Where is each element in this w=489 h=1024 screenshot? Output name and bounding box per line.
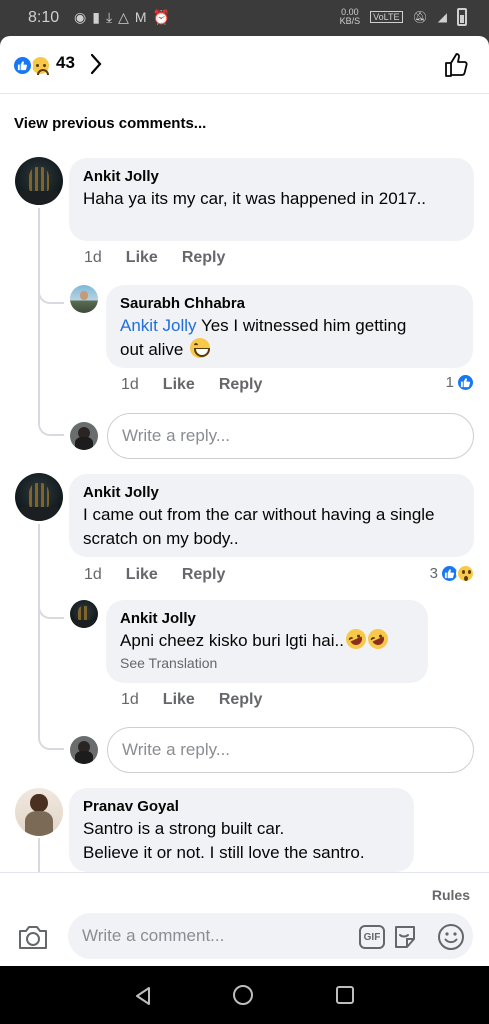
- comment-actions: 1d Like Reply: [84, 566, 225, 584]
- comment-time: 1d: [84, 249, 102, 266]
- comment-author[interactable]: Ankit Jolly: [83, 167, 460, 187]
- drive-icon: △: [118, 9, 135, 25]
- grinning-sweat-emoji: [190, 338, 211, 358]
- comment-actions: 1d Like Reply: [84, 249, 225, 267]
- comment-author[interactable]: Ankit Jolly: [83, 483, 460, 503]
- messenger-icon: ◉: [74, 9, 93, 25]
- emoji-icon[interactable]: [437, 923, 465, 956]
- system-nav-bar: [0, 966, 489, 1024]
- mention-link[interactable]: Ankit Jolly: [120, 316, 197, 335]
- rules-link[interactable]: Rules: [432, 887, 470, 903]
- reply-text: Yes I witnessed him getting: [196, 316, 407, 335]
- home-icon[interactable]: [233, 985, 253, 1005]
- comment-text: I came out from the car without having a…: [83, 505, 435, 548]
- reply-bubble[interactable]: Ankit Jolly Apni cheez kisko buri lgti h…: [106, 600, 428, 683]
- sticker-icon[interactable]: [391, 923, 419, 956]
- mute-icon: 🔕︎: [412, 10, 428, 24]
- back-icon[interactable]: [134, 986, 152, 1011]
- reply-time: 1d: [121, 376, 139, 393]
- avatar[interactable]: [15, 157, 63, 205]
- thread-connector: [38, 422, 64, 436]
- rofl-emoji: [342, 625, 370, 653]
- avatar[interactable]: [15, 788, 63, 836]
- reaction-count-badge[interactable]: 3: [430, 564, 475, 583]
- reply-actions: 1d Like Reply: [121, 376, 262, 394]
- chevron-right-icon[interactable]: [90, 53, 102, 80]
- recent-apps-icon[interactable]: [336, 986, 354, 1004]
- reaction-count: 1: [445, 374, 454, 391]
- thread-connector: [38, 605, 64, 619]
- reactions-header[interactable]: 43: [0, 36, 489, 94]
- camera-icon[interactable]: [17, 923, 49, 956]
- like-button[interactable]: Like: [163, 376, 195, 394]
- like-button[interactable]: Like: [126, 249, 158, 267]
- battery-icon: [457, 8, 467, 26]
- alarm-off-icon: ⏰: [152, 9, 177, 25]
- reaction-count: 43: [56, 53, 75, 72]
- gmail-icon: M: [134, 9, 153, 25]
- like-button[interactable]: Like: [163, 691, 195, 709]
- reaction-count-badge[interactable]: 1: [446, 373, 475, 392]
- download-icon: ⤓: [105, 9, 119, 25]
- comment-bubble[interactable]: Ankit Jolly I came out from the car with…: [69, 474, 474, 557]
- comment-author[interactable]: Pranav Goyal: [83, 797, 400, 817]
- thread-connector: [38, 290, 64, 304]
- avatar[interactable]: [70, 600, 98, 628]
- reply-button[interactable]: Reply: [219, 691, 263, 709]
- like-button[interactable]: Like: [126, 566, 158, 584]
- avatar[interactable]: [15, 473, 63, 521]
- reply-text: out alive: [120, 340, 184, 359]
- like-reaction-icon: [12, 55, 33, 76]
- view-previous-comments-link[interactable]: View previous comments...: [14, 115, 206, 132]
- thread-line: [38, 524, 40, 736]
- volte-badge: VoLTE: [370, 11, 403, 23]
- like-reaction-icon: [456, 373, 475, 392]
- reply-button[interactable]: Reply: [182, 249, 226, 267]
- lock-icon: ▮: [92, 9, 106, 25]
- thread-line: [38, 208, 40, 422]
- avatar: [70, 422, 98, 450]
- comment-text: Haha ya its my car, it was happened in 2…: [83, 189, 427, 208]
- reply-button[interactable]: Reply: [182, 566, 226, 584]
- reaction-count: 3: [429, 565, 438, 582]
- reply-text: Apni cheez kisko buri lgti hai..: [120, 631, 344, 650]
- signal-icon: ◢: [437, 10, 447, 24]
- wow-reaction-icon: [456, 564, 475, 583]
- thread-connector: [38, 736, 64, 750]
- comment-time: 1d: [84, 566, 102, 583]
- like-post-button[interactable]: [443, 52, 469, 83]
- comment-text: Believe it or not. I still love the sant…: [83, 843, 365, 862]
- comment-text: Santro is a strong built car.: [83, 819, 285, 838]
- comment-bubble[interactable]: Pranav Goyal Santro is a strong built ca…: [69, 788, 414, 872]
- reply-time: 1d: [121, 691, 139, 708]
- comments-sheet: 43 View previous comments... Ankit Jolly…: [0, 36, 489, 966]
- comment-bubble[interactable]: Ankit Jolly Haha ya its my car, it was h…: [69, 158, 474, 241]
- reply-author[interactable]: Saurabh Chhabra: [120, 294, 459, 314]
- notification-icons: ◉▮⤓△M⏰: [74, 9, 176, 26]
- rofl-emoji: [364, 625, 392, 653]
- avatar: [70, 736, 98, 764]
- net-speed: 0.00 KB/S: [339, 7, 361, 26]
- see-translation-link[interactable]: See Translation: [120, 653, 414, 673]
- sad-reaction-icon: [30, 55, 51, 76]
- comment-composer: Rules Write a comment... GIF: [0, 872, 489, 966]
- reply-actions: 1d Like Reply: [121, 691, 262, 709]
- status-bar: 8:10 ◉▮⤓△M⏰ 0.00 KB/S VoLTE 🔕︎ ◢: [0, 0, 489, 36]
- reply-input[interactable]: Write a reply...: [107, 413, 474, 459]
- avatar[interactable]: [70, 285, 98, 313]
- reply-button[interactable]: Reply: [219, 376, 263, 394]
- gif-button[interactable]: GIF: [359, 925, 385, 949]
- reply-input[interactable]: Write a reply...: [107, 727, 474, 773]
- reply-bubble[interactable]: Saurabh Chhabra Ankit Jolly Yes I witnes…: [106, 285, 473, 368]
- reply-author[interactable]: Ankit Jolly: [120, 609, 414, 629]
- status-time: 8:10: [28, 9, 60, 26]
